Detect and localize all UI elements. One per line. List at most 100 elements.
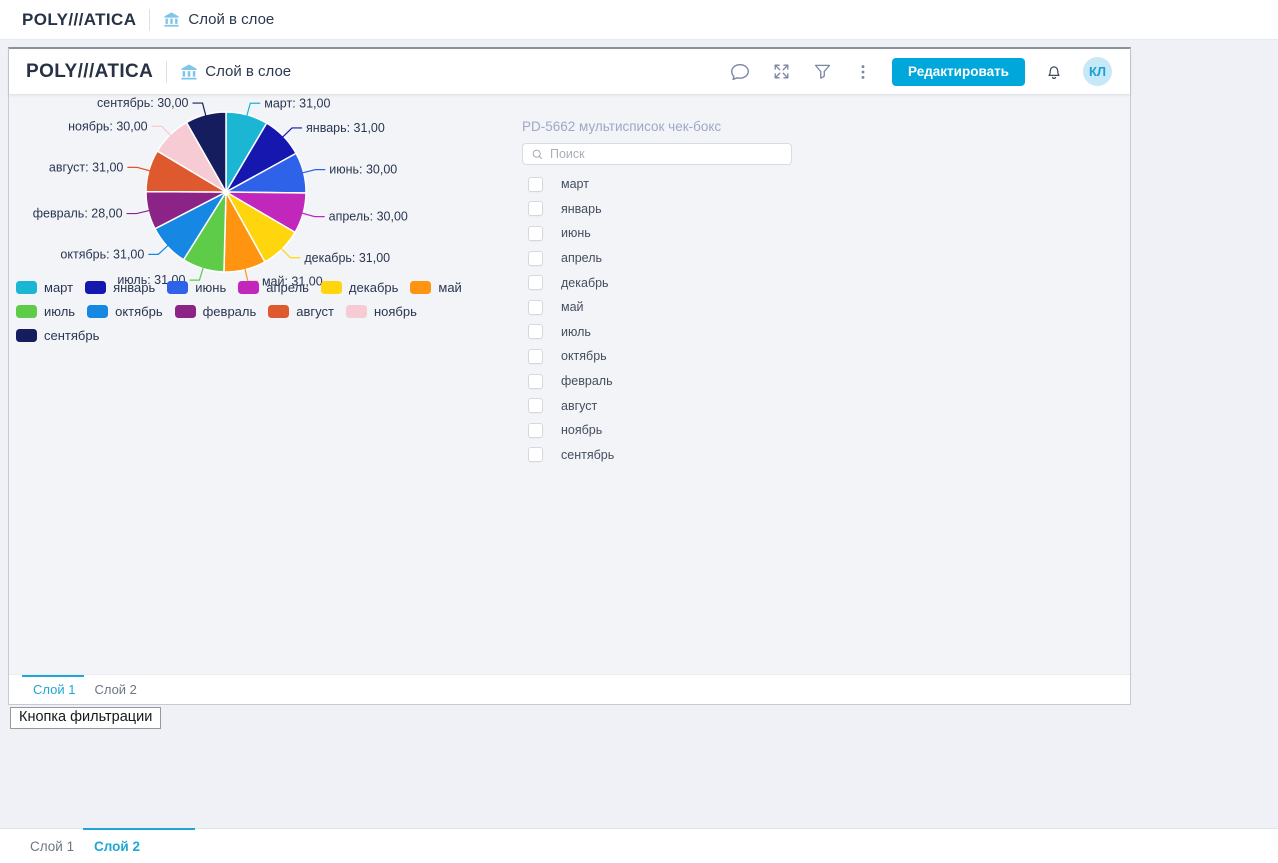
legend-item-январь[interactable]: январь bbox=[85, 280, 155, 295]
legend-item-март[interactable]: март bbox=[16, 280, 73, 295]
active-tab-indicator bbox=[22, 675, 84, 677]
tab-layer-1[interactable]: Слой 1 bbox=[33, 682, 75, 697]
top-app-bar: POLY///ATICA Слой в слое bbox=[0, 0, 1278, 40]
bank-icon bbox=[163, 11, 180, 28]
legend-label: ноябрь bbox=[374, 304, 417, 319]
legend-item-декабрь[interactable]: декабрь bbox=[321, 280, 398, 295]
legend-swatch bbox=[346, 305, 367, 318]
filter-item-label: март bbox=[561, 177, 589, 191]
filter-item-label: май bbox=[561, 300, 584, 314]
legend-swatch bbox=[87, 305, 108, 318]
bell-icon[interactable] bbox=[1042, 60, 1066, 84]
filter-icon[interactable] bbox=[810, 60, 834, 84]
panel-polymatica-logo: POLY///ATICA bbox=[26, 61, 153, 83]
pie-label-line-январь bbox=[282, 128, 302, 138]
panel-header: POLY///ATICA Слой в слое bbox=[9, 49, 1130, 94]
legend-swatch bbox=[238, 281, 259, 294]
checkbox-август[interactable] bbox=[528, 398, 543, 413]
checkbox-февраль[interactable] bbox=[528, 374, 543, 389]
legend-label: июнь bbox=[195, 280, 226, 295]
filter-row-февраль[interactable]: февраль bbox=[522, 369, 792, 394]
filter-row-июль[interactable]: июль bbox=[522, 320, 792, 345]
search-icon bbox=[531, 148, 544, 161]
filter-row-октябрь[interactable]: октябрь bbox=[522, 344, 792, 369]
legend-label: август bbox=[296, 304, 334, 319]
checkbox-июль[interactable] bbox=[528, 324, 543, 339]
edit-button[interactable]: Редактировать bbox=[892, 58, 1025, 86]
legend-swatch bbox=[16, 305, 37, 318]
checkbox-март[interactable] bbox=[528, 177, 543, 192]
fullscreen-icon[interactable] bbox=[769, 60, 793, 84]
search-box bbox=[522, 143, 792, 165]
legend-item-апрель[interactable]: апрель bbox=[238, 280, 309, 295]
pie-label-октябрь: октябрь: 31,00 bbox=[60, 247, 144, 261]
filter-item-label: июль bbox=[561, 325, 591, 339]
legend-swatch bbox=[175, 305, 196, 318]
multilist-filter-widget: PD-5662 мультисписок чек-бокс март январь… bbox=[522, 119, 792, 467]
legend-item-июль[interactable]: июль bbox=[16, 304, 75, 319]
checkbox-июнь[interactable] bbox=[528, 226, 543, 241]
pie-label-декабрь: декабрь: 31,00 bbox=[304, 251, 390, 265]
filter-item-label: август bbox=[561, 399, 597, 413]
filter-button-tooltip: Кнопка фильтрации bbox=[10, 707, 161, 729]
pie-label-март: март: 31,00 bbox=[264, 96, 330, 110]
panel-title: Слой в слое bbox=[205, 63, 291, 80]
legend-swatch bbox=[268, 305, 289, 318]
legend-item-февраль[interactable]: февраль bbox=[175, 304, 257, 319]
filter-widget-title: PD-5662 мультисписок чек-бокс bbox=[522, 119, 792, 134]
checkbox-ноябрь[interactable] bbox=[528, 423, 543, 438]
filter-row-январь[interactable]: январь bbox=[522, 197, 792, 222]
checkbox-октябрь[interactable] bbox=[528, 349, 543, 364]
chart-legend: март январь июнь апрель декабрь май июль октябр… bbox=[16, 280, 474, 343]
panel-tab-bar: Слой 1 Слой 2 bbox=[9, 674, 1130, 704]
legend-label: январь bbox=[113, 280, 155, 295]
legend-label: апрель bbox=[266, 280, 309, 295]
checkbox-январь[interactable] bbox=[528, 201, 543, 216]
filter-row-ноябрь[interactable]: ноябрь bbox=[522, 418, 792, 443]
filter-row-июнь[interactable]: июнь bbox=[522, 221, 792, 246]
legend-swatch bbox=[410, 281, 431, 294]
dashboard-panel: POLY///ATICA Слой в слое bbox=[8, 47, 1131, 705]
pie-label-ноябрь: ноябрь: 30,00 bbox=[68, 119, 148, 133]
filter-row-декабрь[interactable]: декабрь bbox=[522, 270, 792, 295]
checkbox-сентябрь[interactable] bbox=[528, 447, 543, 462]
header-divider bbox=[149, 9, 150, 31]
filter-row-май[interactable]: май bbox=[522, 295, 792, 320]
legend-item-октябрь[interactable]: октябрь bbox=[87, 304, 163, 319]
legend-item-ноябрь[interactable]: ноябрь bbox=[346, 304, 417, 319]
filter-row-сентябрь[interactable]: сентябрь bbox=[522, 443, 792, 468]
filter-item-label: декабрь bbox=[561, 276, 609, 290]
legend-label: декабрь bbox=[349, 280, 398, 295]
checkbox-апрель[interactable] bbox=[528, 251, 543, 266]
kebab-menu-icon[interactable] bbox=[851, 60, 875, 84]
filter-list: март январь июнь апрель декабрь май июль октябр… bbox=[522, 172, 792, 467]
legend-swatch bbox=[16, 281, 37, 294]
checkbox-май[interactable] bbox=[528, 300, 543, 315]
legend-item-сентябрь[interactable]: сентябрь bbox=[16, 328, 99, 343]
pie-label-август: август: 31,00 bbox=[49, 160, 124, 174]
legend-item-май[interactable]: май bbox=[410, 280, 461, 295]
page-tab-layer-2[interactable]: Слой 2 bbox=[94, 839, 140, 854]
panel-content: март: 31,00январь: 31,00июнь: 30,00апрел… bbox=[9, 94, 1130, 675]
legend-item-август[interactable]: август bbox=[268, 304, 334, 319]
pie-chart: март: 31,00январь: 31,00июнь: 30,00апрел… bbox=[9, 94, 479, 299]
pie-label-апрель: апрель: 30,00 bbox=[329, 210, 408, 224]
legend-label: март bbox=[44, 280, 73, 295]
comment-icon[interactable] bbox=[728, 60, 752, 84]
pie-label-line-февраль bbox=[127, 210, 151, 213]
legend-label: февраль bbox=[203, 304, 257, 319]
page-tab-layer-1[interactable]: Слой 1 bbox=[30, 839, 74, 854]
tab-layer-2[interactable]: Слой 2 bbox=[94, 682, 136, 697]
filter-row-август[interactable]: август bbox=[522, 393, 792, 418]
legend-item-июнь[interactable]: июнь bbox=[167, 280, 226, 295]
filter-item-label: апрель bbox=[561, 251, 602, 265]
avatar[interactable]: КЛ bbox=[1083, 57, 1112, 86]
panel-header-actions: Редактировать КЛ bbox=[728, 57, 1112, 86]
legend-label: октябрь bbox=[115, 304, 163, 319]
filter-row-март[interactable]: март bbox=[522, 172, 792, 197]
panel-bank-icon bbox=[180, 63, 197, 80]
checkbox-декабрь[interactable] bbox=[528, 275, 543, 290]
filter-row-апрель[interactable]: апрель bbox=[522, 246, 792, 271]
filter-item-label: январь bbox=[561, 202, 602, 216]
search-input[interactable] bbox=[550, 147, 785, 161]
